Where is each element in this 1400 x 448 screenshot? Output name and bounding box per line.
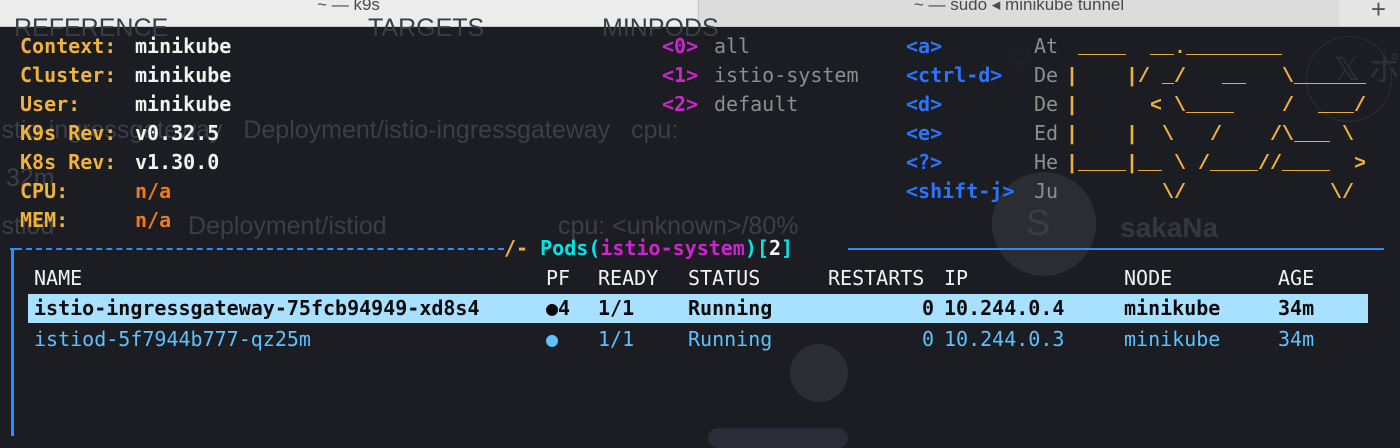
pod-port-forward: ● — [546, 327, 559, 351]
cluster-value: minikube — [135, 63, 232, 87]
k8s-rev-value: v1.30.0 — [135, 150, 220, 174]
column-header-age[interactable]: AGE — [1278, 266, 1314, 290]
user-value: minikube — [135, 92, 232, 116]
pod-port-forward: ●4 — [546, 296, 571, 320]
title-count: 2 — [768, 236, 781, 260]
namespace-name[interactable]: all — [714, 34, 750, 58]
title-paren: ( — [588, 236, 601, 260]
tab-label: ~ — sudo ◂ minikube tunnel — [913, 0, 1125, 14]
frame-top-left — [16, 248, 504, 250]
cpu-value: n/a — [135, 179, 172, 203]
pod-age: 34m — [1278, 327, 1315, 351]
title-paren: )[ — [744, 236, 769, 260]
cluster-label: Cluster: — [20, 63, 117, 87]
frame-left — [11, 250, 14, 436]
pod-name: istio-ingressgateway-75fcb94949-xd8s4 — [34, 296, 480, 320]
hint-desc: Ed — [1034, 121, 1059, 145]
ghost-text: cpu: — [631, 116, 679, 144]
pod-node: minikube — [1124, 327, 1221, 351]
pod-name: istiod-5f7944b777-qz25m — [34, 327, 311, 351]
hint-desc: At — [1034, 34, 1059, 58]
ghost-pill — [708, 428, 848, 448]
hint-desc: He — [1034, 150, 1059, 174]
namespace-key[interactable]: <1> — [662, 63, 698, 87]
title-bracket: ] — [781, 236, 794, 260]
hint-key[interactable]: <a> — [906, 34, 942, 58]
hint-key[interactable]: <e> — [906, 121, 942, 145]
k8s-rev-label: K8s Rev: — [20, 150, 117, 174]
avatar-initial: S — [1026, 202, 1051, 243]
new-tab-icon[interactable]: + — [1371, 0, 1386, 25]
column-header-pf[interactable]: PF — [546, 266, 570, 290]
pod-ready: 1/1 — [598, 327, 635, 351]
title-namespace: istio-system — [600, 236, 745, 260]
ghost-user-name: sakaNa — [1120, 212, 1219, 243]
namespace-name[interactable]: istio-system — [714, 63, 859, 87]
hint-desc: Ju — [1034, 179, 1059, 203]
title-decoration: / — [504, 236, 517, 260]
table-row-selected[interactable]: istio-ingressgateway-75fcb94949-xd8s4 ●4… — [28, 294, 1368, 323]
context-label: Context: — [20, 34, 117, 58]
column-header-ready[interactable]: READY — [598, 266, 658, 290]
k9s-logo: ____ __.________ | |/ _/ __ \______ | < … — [1066, 37, 1367, 205]
hint-desc: De — [1034, 92, 1059, 116]
pod-ip: 10.244.0.4 — [944, 296, 1065, 320]
tab-label: ~ — k9s — [317, 0, 380, 14]
ghost-text: Deployment/istiod — [188, 212, 387, 240]
column-header-name[interactable]: NAME — [34, 266, 82, 290]
namespace-name[interactable]: default — [714, 92, 798, 116]
table-row[interactable]: istiod-5f7944b777-qz25m ● 1/1 Running 0 … — [28, 325, 1368, 354]
column-header-restarts[interactable]: RESTARTS — [828, 266, 924, 290]
mem-value: n/a — [135, 208, 172, 232]
title-decoration: - — [516, 236, 541, 260]
tab-minikube-tunnel[interactable]: ~ — sudo ◂ minikube tunnel — [698, 0, 1339, 26]
frame-top-right — [848, 248, 1384, 250]
ghost-text: Deployment/istio-ingressgateway — [243, 116, 611, 144]
ghost-header-minpods: MINPODS — [602, 14, 719, 42]
column-header-status[interactable]: STATUS — [688, 266, 760, 290]
pod-node: minikube — [1124, 296, 1221, 320]
hint-key[interactable]: <ctrl-d> — [906, 63, 1002, 87]
k9s-rev-label: K9s Rev: — [20, 121, 117, 145]
pod-restarts: 0 — [921, 296, 934, 320]
pod-age: 34m — [1278, 296, 1315, 320]
column-header-node[interactable]: NODE — [1124, 266, 1172, 290]
pod-status: Running — [688, 327, 773, 351]
mem-label: MEM: — [20, 208, 69, 232]
pod-ip: 10.244.0.3 — [944, 327, 1065, 351]
pod-ready: 1/1 — [598, 296, 635, 320]
hint-key[interactable]: <?> — [906, 150, 942, 174]
user-label: User: — [20, 92, 81, 116]
namespace-key[interactable]: <0> — [662, 34, 698, 58]
table-title: /- Pods(istio-system)[2] — [504, 236, 793, 260]
hint-desc: De — [1034, 63, 1059, 87]
context-value: minikube — [135, 34, 232, 58]
cpu-label: CPU: — [20, 179, 69, 203]
hint-key[interactable]: <d> — [906, 92, 942, 116]
pod-status: Running — [688, 296, 773, 320]
k9s-rev-value: v0.32.5 — [135, 121, 220, 145]
ghost-header-targets: TARGETS — [368, 14, 485, 42]
namespace-key[interactable]: <2> — [662, 92, 698, 116]
ghost-heart-icon: ♡ — [1012, 42, 1029, 75]
column-header-ip[interactable]: IP — [944, 266, 968, 290]
pod-restarts: 0 — [921, 327, 934, 351]
title-resource: Pods — [540, 236, 589, 260]
hint-key[interactable]: <shift-j> — [906, 179, 1014, 203]
